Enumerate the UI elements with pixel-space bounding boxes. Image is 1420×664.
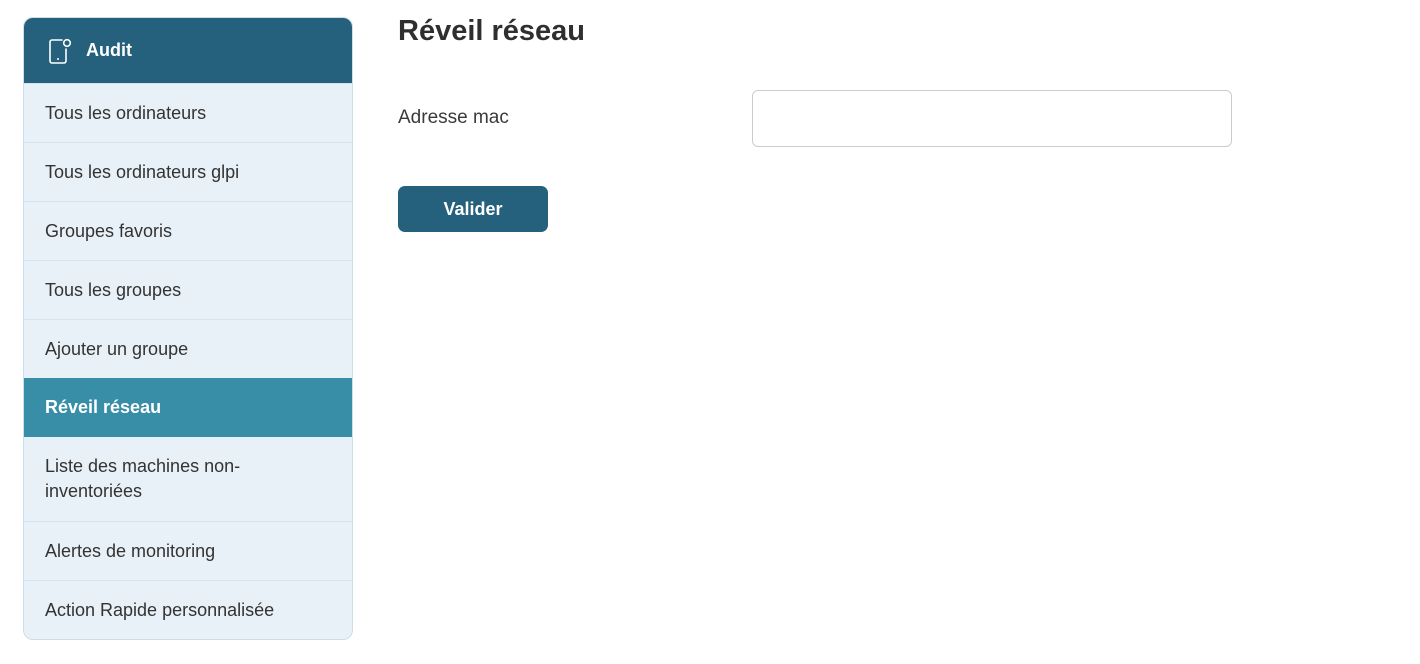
sidebar-item-tous-les-ordinateurs[interactable]: Tous les ordinateurs <box>24 83 352 142</box>
sidebar-header[interactable]: Audit <box>24 18 352 83</box>
mac-address-input[interactable] <box>752 90 1232 147</box>
sidebar-item-machines-non-inventoriees[interactable]: Liste des machines non-inventoriées <box>24 437 352 521</box>
mac-address-label: Adresse mac <box>398 107 509 128</box>
sidebar-item-groupes-favoris[interactable]: Groupes favoris <box>24 201 352 260</box>
sidebar-header-title: Audit <box>86 40 132 60</box>
sidebar: Audit Tous les ordinateurs Tous les ordi… <box>23 17 353 640</box>
mobile-device-icon <box>48 37 72 65</box>
sidebar-item-alertes-monitoring[interactable]: Alertes de monitoring <box>24 521 352 580</box>
sidebar-item-reveil-reseau[interactable]: Réveil réseau <box>24 378 352 437</box>
sidebar-item-action-rapide[interactable]: Action Rapide personnalisée <box>24 580 352 639</box>
sidebar-item-ajouter-un-groupe[interactable]: Ajouter un groupe <box>24 319 352 378</box>
sidebar-item-tous-les-groupes[interactable]: Tous les groupes <box>24 260 352 319</box>
page-title: Réveil réseau <box>398 15 586 47</box>
submit-button[interactable]: Valider <box>398 186 548 232</box>
sidebar-item-tous-les-ordinateurs-glpi[interactable]: Tous les ordinateurs glpi <box>24 142 352 201</box>
